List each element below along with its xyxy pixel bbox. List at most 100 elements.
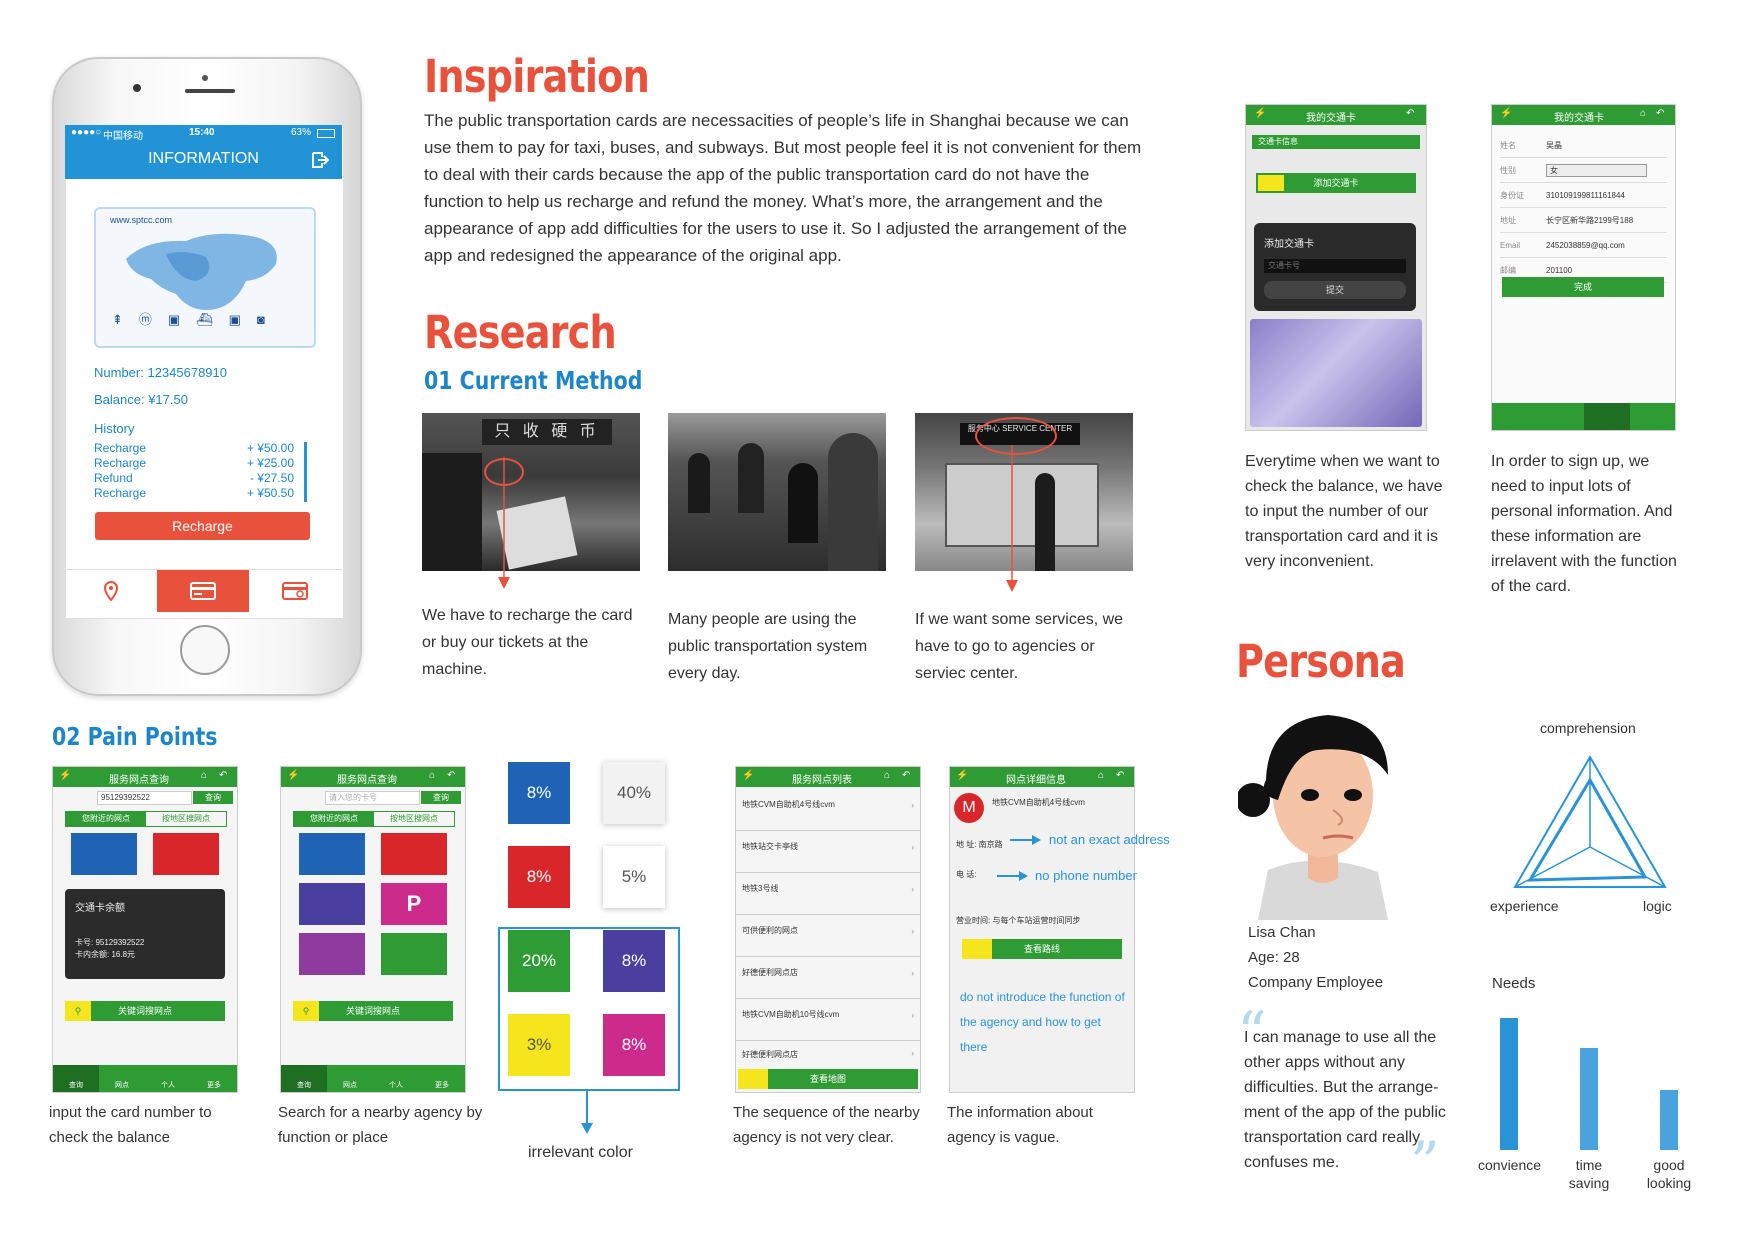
card-transport-icons: ⇞ⓜ▣⛴▣◙: [112, 312, 281, 327]
photo-person: [828, 433, 878, 571]
back-icon[interactable]: ↶: [1116, 770, 1124, 781]
history-scrollbar[interactable]: [304, 442, 307, 502]
list-item[interactable]: 地铁站交卡亭线 ›: [736, 831, 920, 873]
tile-document[interactable]: [381, 933, 447, 975]
persona-name: Lisa Chan: [1248, 924, 1316, 941]
triangle-label-top: comprehension: [1540, 720, 1636, 736]
needs-title: Needs: [1492, 975, 1536, 992]
back-icon[interactable]: ↶: [1656, 108, 1664, 119]
list-item[interactable]: 地铁CVM自助机10号线cvm ›: [736, 999, 920, 1041]
card-number-input[interactable]: 95129392522: [97, 791, 192, 805]
nav-query[interactable]: 查询: [281, 1065, 327, 1092]
nav-location[interactable]: [65, 570, 157, 612]
tile-recharge[interactable]: [153, 833, 219, 875]
add-card-dialog: 添加交通卡 交通卡号 提交: [1254, 223, 1416, 311]
triangle-label-right: logic: [1643, 898, 1672, 914]
color-block: 8%: [508, 846, 570, 908]
list-item[interactable]: 好德便利网点店 ›: [736, 1041, 920, 1071]
view-map-button[interactable]: 查看地图: [738, 1069, 918, 1089]
tile-tools[interactable]: [299, 933, 365, 975]
add-card-button[interactable]: 添加交通卡: [1256, 173, 1416, 193]
current-method-subtitle: 01 Current Method: [424, 366, 643, 395]
nav-more[interactable]: 更多: [419, 1065, 465, 1092]
home-icon[interactable]: ⌂: [884, 770, 890, 781]
parking-icon[interactable]: P: [381, 883, 447, 925]
recharge-card-icon: [282, 582, 308, 600]
list-item[interactable]: 地铁CVM自助机4号线cvm ›: [736, 789, 920, 831]
tab-near[interactable]: 您附近的网点: [294, 812, 374, 826]
list-item[interactable]: 好德便利网点店 ›: [736, 957, 920, 999]
keyword-search-button[interactable]: ⚲ 关键词搜网点: [293, 1001, 453, 1021]
persona-avatar: [1238, 715, 1388, 920]
tile-card[interactable]: [71, 833, 137, 875]
submit-button[interactable]: 提交: [1264, 281, 1406, 299]
nav-personal[interactable]: 个人: [373, 1065, 419, 1092]
tile-recharge[interactable]: [381, 833, 447, 875]
annotation-phone: no phone number: [1035, 868, 1137, 883]
home-icon[interactable]: ⌂: [1098, 770, 1104, 781]
dialog-title: 添加交通卡: [1264, 239, 1314, 250]
back-icon[interactable]: ↶: [902, 770, 910, 781]
form-value[interactable]: 201100: [1546, 266, 1572, 275]
triangle-radar: [1513, 755, 1667, 888]
tile-card[interactable]: [299, 833, 365, 875]
keyword-search-button[interactable]: ⚲ 关键词搜网点: [65, 1001, 225, 1021]
screen-header: ⚡ 服务网点查询 ⌂ ↶: [281, 767, 465, 787]
app-screen-agency-list: ⚡ 服务网点列表 ⌂ ↶ 地铁CVM自助机4号线cvm › 地铁站交卡亭线 › 地铁…: [735, 766, 921, 1093]
recharge-button[interactable]: Recharge: [95, 512, 310, 540]
search-button[interactable]: 查询: [421, 791, 461, 804]
form-value[interactable]: 310109199811161844: [1546, 191, 1625, 200]
transport-card: www.sptcc.com ⇞ⓜ▣⛴▣◙: [94, 207, 316, 348]
blue-arrow: [581, 1089, 593, 1134]
form-value[interactable]: 2452038859@qq.com: [1546, 241, 1625, 250]
agency-address: 地 址: 南京路: [956, 840, 1003, 849]
tile-credit[interactable]: [299, 883, 365, 925]
home-icon[interactable]: ⌂: [1640, 108, 1646, 119]
phone-speaker: [185, 89, 235, 93]
card-number-input[interactable]: 交通卡号: [1264, 259, 1406, 273]
view-route-button[interactable]: 查看路线: [962, 939, 1122, 959]
blue-arrow-right: [997, 871, 1028, 881]
tab-area[interactable]: 按地区搜网点: [374, 812, 454, 826]
nav-agency[interactable]: 网点: [327, 1065, 373, 1092]
needs-bar: [1660, 1090, 1678, 1150]
card-image: [1250, 319, 1422, 427]
list-item[interactable]: 地铁3号线 ›: [736, 873, 920, 915]
popup-balance: 卡内余额: 16.8元: [75, 950, 136, 959]
pain-caption-4: The sequence of the nearby agency is not…: [733, 1104, 920, 1146]
gender-select[interactable]: 女: [1546, 163, 1647, 177]
logo-icon: ⚡: [742, 770, 755, 781]
nav-more[interactable]: 更多: [191, 1065, 237, 1092]
screen-caption-2: In order to sign up, we need to input lo…: [1491, 453, 1677, 595]
home-icon[interactable]: ⌂: [429, 770, 435, 781]
status-bar: ●●●●○ 中国移动 15:40 63%: [65, 125, 342, 142]
back-icon[interactable]: ↶: [1406, 108, 1414, 119]
card-number-input[interactable]: 请入您的卡号: [325, 791, 420, 805]
tab-area[interactable]: 按地区搜网点: [146, 812, 226, 826]
screen-header: ⚡ 网点详细信息 ⌂ ↶: [950, 767, 1134, 787]
history-label: History: [94, 421, 135, 436]
form-value[interactable]: 长宁区新华路2199号188: [1546, 215, 1633, 226]
nav-recharge[interactable]: [249, 570, 341, 612]
screen-caption-1: Everytime when we want to check the bala…: [1245, 453, 1443, 570]
status-battery: 63%: [291, 127, 312, 138]
form-value[interactable]: 吴晶: [1546, 140, 1562, 151]
back-icon[interactable]: ↶: [219, 770, 227, 781]
persona-info: Lisa Chan Age: 28 Company Employee: [1248, 920, 1383, 995]
tab-near[interactable]: 您附近的网点: [66, 812, 146, 826]
search-button[interactable]: 查询: [193, 791, 233, 804]
nav-personal[interactable]: 个人: [145, 1065, 191, 1092]
form-row: Email 2452038859@qq.com: [1500, 233, 1667, 258]
complete-button[interactable]: 完成: [1502, 277, 1664, 297]
list-item[interactable]: 可供便利的网点 ›: [736, 915, 920, 957]
back-icon[interactable]: ↶: [447, 770, 455, 781]
nav-active[interactable]: [1584, 403, 1630, 430]
nav-card[interactable]: [157, 570, 249, 612]
photo-service-center: 服务中心 SERVICE CENTER: [915, 413, 1133, 571]
research-caption-2: Many people are using the public transpo…: [668, 611, 868, 682]
nav-agency[interactable]: 网点: [99, 1065, 145, 1092]
home-icon[interactable]: ⌂: [201, 770, 207, 781]
agency-name: 地铁CVM自助机4号线cvm: [992, 798, 1085, 807]
logout-icon[interactable]: [311, 151, 329, 169]
nav-query[interactable]: 查询: [53, 1065, 99, 1092]
